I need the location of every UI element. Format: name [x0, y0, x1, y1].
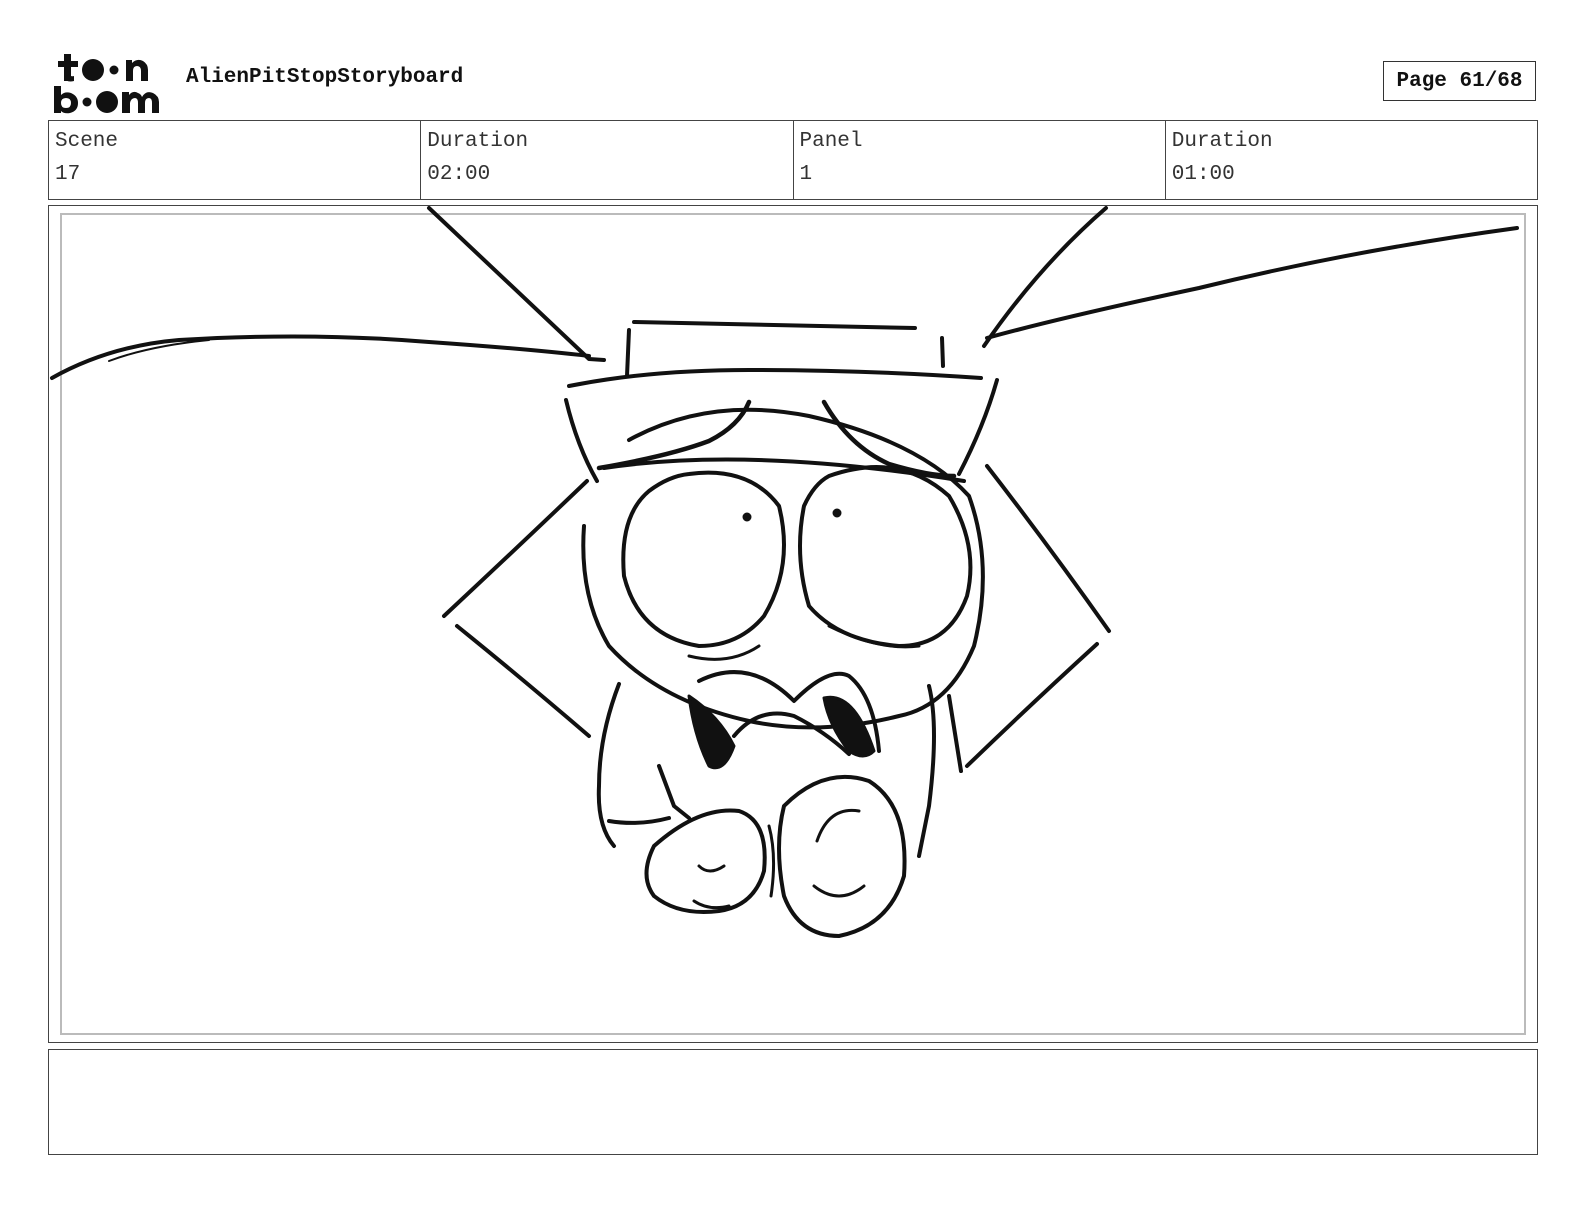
scene-cell: Scene 17 — [49, 121, 422, 199]
scene-duration-cell: Duration 02:00 — [421, 121, 794, 199]
storyboard-panel — [48, 205, 1538, 1043]
sketch-left-pupil — [742, 512, 752, 522]
sketch-left-fist-knuckle-a — [697, 864, 726, 873]
sketch-left-diagonal — [427, 206, 606, 362]
panel-duration-cell: Duration 01:00 — [1166, 121, 1537, 199]
panel-value: 1 — [799, 163, 813, 186]
sketch-right-fist-inner — [815, 808, 861, 843]
sketch-hat-left-side — [625, 328, 631, 378]
sketch-hat-top — [632, 320, 917, 330]
sketch-right-collar-tip — [947, 694, 963, 773]
sketch-left-arm-inner — [607, 816, 671, 825]
scene-info-table: Scene 17 Duration 02:00 Panel 1 Duration… — [48, 120, 1538, 200]
sketch-right-diagonal — [982, 206, 1108, 348]
sketch-left-horizon — [50, 334, 591, 380]
sketch-right-eye-bag — [827, 624, 921, 649]
panel-cell: Panel 1 — [794, 121, 1166, 199]
toon-boom-logo — [54, 54, 159, 114]
sketch-hat-brim — [567, 368, 983, 388]
page-indicator: Page 61/68 — [1383, 61, 1536, 101]
scene-duration-label: Duration — [427, 130, 529, 153]
panel-duration-value: 01:00 — [1171, 163, 1235, 186]
sketch-left-collar-upper — [442, 479, 589, 618]
scene-value: 17 — [55, 163, 81, 186]
sketch-right-eye — [798, 465, 973, 648]
panel-notes — [48, 1049, 1538, 1155]
sketch-right-pupil — [832, 508, 842, 518]
sketch-left-fist-knuckle-b — [692, 899, 731, 910]
sketch-left-arm — [657, 764, 691, 820]
sketch-mustache-left-fill — [687, 694, 736, 770]
sketch-left-fist — [644, 808, 767, 914]
sketch-fist-gap — [767, 824, 776, 898]
sketch-left-eye — [621, 470, 786, 648]
scene-label: Scene — [55, 130, 119, 153]
panel-sketch — [50, 206, 1519, 938]
sketch-band-left — [564, 398, 599, 483]
sketch-left-collar-lower — [455, 624, 591, 738]
sketch-hat-right-side — [940, 336, 945, 368]
document-title: AlienPitStopStoryboard — [186, 66, 464, 89]
sketch-right-shoulder — [917, 684, 936, 858]
sketch-left-eye-bag — [687, 644, 761, 661]
sketch-right-fist-bottom — [812, 884, 866, 898]
panel-duration-label: Duration — [1171, 130, 1273, 153]
sketch-right-fist — [777, 774, 907, 938]
sketch-right-collar-upper — [985, 464, 1111, 633]
sketch-right-collar-lower — [965, 642, 1099, 768]
sketch-band-right — [957, 378, 999, 476]
scene-duration-value: 02:00 — [427, 163, 491, 186]
panel-label: Panel — [799, 130, 863, 153]
